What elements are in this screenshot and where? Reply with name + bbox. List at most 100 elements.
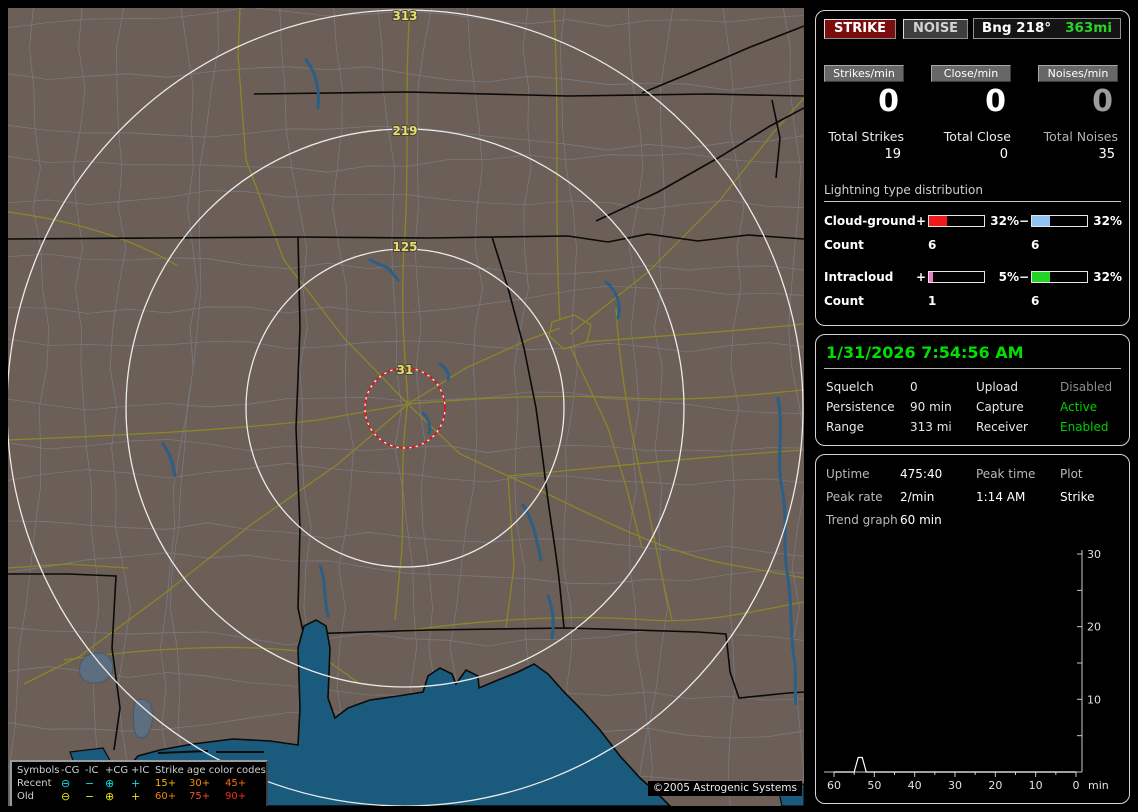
plus-sign: +: [916, 213, 927, 228]
cloud-ground-label: Cloud-ground: [824, 213, 916, 228]
minus-ic-recent-icon: −: [85, 777, 95, 790]
close-per-min-value: 0: [985, 84, 1006, 119]
age-code-30: 30+: [189, 778, 211, 789]
minus-sign: −: [1019, 213, 1030, 228]
map-canvas[interactable]: 313 219 125 31 Symbols -CG -IC +CG +IC S…: [8, 8, 804, 806]
age-code-90: 90+: [225, 791, 247, 802]
ring-label-125: 125: [392, 240, 417, 254]
total-strikes-value: 19: [884, 146, 901, 162]
trend-graph: 10 20 30 60 50 40 30 20 10 0 min: [824, 538, 1121, 800]
total-strikes-label: Total Strikes: [828, 128, 904, 144]
bearing-value: Bng 218°: [981, 20, 1052, 36]
ic-positive-pct: 5%: [998, 269, 1019, 284]
datetime-display: 1/31/2026 7:54:56 AM: [824, 339, 1121, 369]
ic-positive-bar-fill: [929, 271, 934, 282]
total-noises-label: Total Noises: [1043, 128, 1118, 144]
strikes-per-min-value: 0: [878, 84, 899, 119]
upload-label: Upload: [976, 380, 1019, 394]
persistence-label: Persistence: [826, 400, 895, 414]
minus-cg-old-icon: ⊖: [61, 790, 71, 803]
cg-negative-bar: [1031, 214, 1088, 227]
age-code-15: 15+: [155, 778, 177, 789]
peak-rate-label: Peak rate: [826, 490, 883, 504]
peak-rate-value: 2/min: [900, 490, 935, 504]
ic-positive-bar: [928, 270, 985, 283]
ring-label-219: 219: [392, 124, 417, 138]
trend-window-value: 60 min: [900, 513, 942, 527]
distance-value: 363mi: [1065, 20, 1112, 36]
close-per-min-header: Close/min: [931, 65, 1011, 82]
receiver-status: Enabled: [1060, 420, 1109, 434]
map-graphics: 313 219 125 31: [8, 8, 804, 806]
range-value: 313 mi: [910, 420, 952, 434]
ic-negative-bar-fill: [1032, 271, 1050, 282]
bearing-distance-readout: Bng 218° 363mi: [972, 18, 1121, 39]
noises-per-min-header: Noises/min: [1038, 65, 1118, 82]
minus-sign: −: [1019, 269, 1030, 284]
legend-col-pos-ic: +IC: [131, 765, 150, 776]
legend-col-neg-ic: -IC: [85, 765, 99, 776]
distribution-section-title: Lightning type distribution: [824, 183, 1121, 202]
plus-cg-recent-icon: ⊕: [105, 777, 115, 790]
svg-text:0: 0: [1073, 779, 1080, 792]
ic-negative-count: 6: [1031, 293, 1040, 308]
capture-status: Active: [1060, 400, 1098, 414]
strike-toggle-button[interactable]: STRIKE: [824, 18, 897, 39]
strikes-per-min-header: Strikes/min: [824, 65, 904, 82]
uptime-value: 475:40: [900, 467, 943, 481]
svg-text:30: 30: [1087, 548, 1101, 561]
peak-time-label: Peak time: [976, 467, 1036, 481]
plus-ic-recent-icon: +: [131, 777, 141, 790]
map-legend: Symbols -CG -IC +CG +IC Strike age color…: [10, 760, 268, 806]
plot-mode-value: Strike: [1060, 490, 1095, 504]
legend-symbols-header: Symbols: [17, 765, 60, 776]
close-counter-column: Close/min 0 Total Close 0: [931, 65, 1011, 162]
receiver-label: Receiver: [976, 420, 1028, 434]
legend-col-neg-cg: -CG: [61, 765, 80, 776]
cloud-ground-row: Cloud-ground + 32% − 32%: [824, 213, 1122, 228]
noises-per-min-value: 0: [1092, 84, 1113, 119]
legend-age-header: Strike age color codes: [155, 765, 266, 776]
strikes-counter-column: Strikes/min 0 Total Strikes 19: [824, 65, 904, 162]
age-code-75: 75+: [189, 791, 211, 802]
minus-cg-recent-icon: ⊖: [61, 777, 71, 790]
cg-negative-pct: 32%: [1093, 213, 1122, 228]
svg-text:30: 30: [948, 779, 962, 792]
session-stats-grid: Uptime 475:40 Peak time Plot Peak rate 2…: [824, 463, 1121, 532]
plus-ic-old-icon: +: [131, 790, 141, 803]
total-close-value: 0: [999, 146, 1008, 162]
plot-label: Plot: [1060, 467, 1083, 481]
stormvue-window: { "toolbar": { "strike_label": "STRIKE",…: [0, 0, 1138, 812]
minus-ic-old-icon: −: [85, 790, 95, 803]
noises-counter-column: Noises/min 0 Total Noises 35: [1038, 65, 1118, 162]
cg-positive-pct: 32%: [990, 213, 1019, 228]
ic-positive-count: 1: [928, 293, 937, 308]
legend-col-pos-cg: +CG: [105, 765, 129, 776]
ring-label-31: 31: [397, 363, 414, 377]
svg-text:10: 10: [1029, 779, 1043, 792]
svg-text:40: 40: [908, 779, 922, 792]
intracloud-label: Intracloud: [824, 269, 894, 284]
cg-negative-count: 6: [1031, 237, 1040, 252]
intracloud-row: Intracloud + 5% − 32%: [824, 269, 1122, 284]
legend-row-old-label: Old: [17, 791, 34, 802]
intracloud-count-row: Count 1 6: [824, 294, 1121, 308]
cloud-ground-count-row: Count 6 6: [824, 238, 1121, 252]
total-close-label: Total Close: [943, 128, 1011, 144]
legend-row-recent-label: Recent: [17, 778, 52, 789]
svg-text:20: 20: [1087, 621, 1101, 634]
system-status-panel: 1/31/2026 7:54:56 AM Squelch 0 Upload Di…: [815, 334, 1130, 446]
total-noises-value: 35: [1098, 146, 1115, 162]
ic-negative-pct: 32%: [1093, 269, 1122, 284]
plus-sign: +: [916, 269, 927, 284]
age-code-60: 60+: [155, 791, 177, 802]
strike-counters-panel: STRIKE NOISE Bng 218° 363mi Strikes/min …: [815, 10, 1130, 326]
squelch-label: Squelch: [826, 380, 874, 394]
noise-toggle-button[interactable]: NOISE: [903, 18, 969, 39]
cg-positive-bar-fill: [929, 215, 947, 226]
cg-positive-bar: [928, 214, 985, 227]
peak-time-value: 1:14 AM: [976, 490, 1026, 504]
squelch-value: 0: [910, 380, 918, 394]
statistics-trend-panel: Uptime 475:40 Peak time Plot Peak rate 2…: [815, 454, 1130, 804]
svg-text:min: min: [1088, 779, 1109, 792]
